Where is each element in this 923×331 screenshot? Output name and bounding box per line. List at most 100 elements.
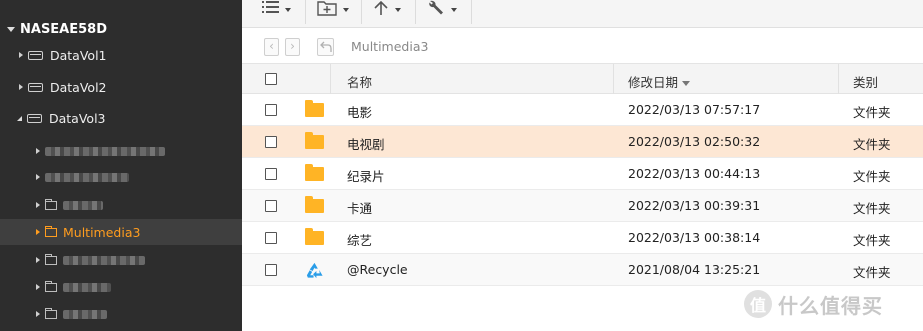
table-row[interactable]: @Recycle 2021/08/04 13:25:21 文件夹: [242, 254, 923, 286]
chevron-down-icon: [451, 8, 457, 12]
file-type: 文件夹: [853, 265, 891, 280]
wrench-icon: [429, 0, 443, 15]
tree-item-folder-blurred[interactable]: [0, 274, 242, 300]
file-name[interactable]: 电影: [347, 102, 372, 121]
back-button[interactable]: ‹: [264, 38, 279, 56]
collapse-arrow-icon[interactable]: [36, 174, 40, 180]
file-modified: 2022/03/13 07:57:17: [628, 102, 761, 117]
chevron-down-icon: [285, 8, 291, 12]
collapse-arrow-icon[interactable]: [19, 84, 23, 90]
tree-item-folder-blurred[interactable]: [0, 247, 242, 273]
toolbar-divider: [361, 0, 362, 24]
tools-button[interactable]: [428, 0, 457, 22]
disk-icon: [28, 82, 43, 92]
blurred-folder-label: [63, 282, 111, 292]
row-checkbox[interactable]: [265, 200, 277, 212]
file-modified: 2022/03/13 02:50:32: [628, 134, 761, 149]
expand-arrow-icon[interactable]: [17, 115, 22, 121]
collapse-arrow-icon[interactable]: [36, 311, 40, 317]
folder-icon: [45, 225, 57, 237]
folder-icon: [305, 164, 324, 181]
recycle-icon: [306, 262, 323, 279]
folder-icon: [45, 198, 57, 210]
select-all-checkbox[interactable]: [265, 73, 277, 85]
file-name[interactable]: 卡通: [347, 198, 372, 217]
forward-button[interactable]: ›: [285, 38, 300, 56]
file-type: 文件夹: [853, 233, 891, 248]
column-header-type[interactable]: 类别: [853, 72, 878, 91]
tree-item-label: DataVol3: [49, 110, 106, 126]
folder-icon: [305, 100, 324, 117]
view-mode-button[interactable]: [262, 0, 291, 22]
tree-item-folder-blurred[interactable]: [0, 138, 242, 164]
tree-item-label: Multimedia3: [63, 224, 141, 240]
sidebar-tree: NASEAE58D DataVol1 DataVol2 DataVol3 Mul…: [0, 0, 242, 331]
table-row[interactable]: 综艺 2022/03/13 00:38:14 文件夹: [242, 222, 923, 254]
file-type: 文件夹: [853, 201, 891, 216]
folder-icon: [45, 280, 57, 292]
tree-item-label: DataVol2: [50, 79, 107, 95]
file-type: 文件夹: [853, 137, 891, 152]
folder-icon: [45, 253, 57, 265]
tree-item-folder-blurred[interactable]: [0, 192, 242, 218]
tree-root-nas[interactable]: NASEAE58D: [0, 16, 242, 42]
file-name[interactable]: @Recycle: [347, 262, 408, 277]
parent-folder-button[interactable]: [317, 38, 334, 56]
disk-icon: [28, 50, 43, 60]
folder-icon: [305, 228, 324, 245]
blurred-folder-label: [63, 309, 107, 319]
table-row[interactable]: 卡通 2022/03/13 00:39:31 文件夹: [242, 190, 923, 222]
table-row[interactable]: 电视剧 2022/03/13 02:50:32 文件夹: [242, 126, 923, 158]
folder-icon: [305, 132, 324, 149]
blurred-folder-label: [63, 200, 103, 210]
expand-arrow-icon[interactable]: [7, 26, 15, 32]
row-checkbox[interactable]: [265, 264, 277, 276]
row-checkbox[interactable]: [265, 232, 277, 244]
row-checkbox[interactable]: [265, 136, 277, 148]
collapse-arrow-icon[interactable]: [36, 257, 40, 263]
arrow-up-icon: [374, 0, 388, 15]
table-row[interactable]: 电影 2022/03/13 07:57:17 文件夹: [242, 94, 923, 126]
row-checkbox[interactable]: [265, 168, 277, 180]
table-row[interactable]: 纪录片 2022/03/13 00:44:13 文件夹: [242, 158, 923, 190]
column-header-modified[interactable]: 修改日期: [628, 72, 691, 91]
tree-item-folder-blurred[interactable]: [0, 164, 242, 190]
column-divider[interactable]: [838, 64, 839, 94]
collapse-arrow-icon[interactable]: [36, 202, 40, 208]
folder-icon: [45, 307, 57, 319]
column-divider: [330, 64, 331, 94]
file-modified: 2022/03/13 00:44:13: [628, 166, 761, 181]
tree-item-folder-blurred[interactable]: [0, 301, 242, 327]
sort-desc-icon: [682, 81, 691, 86]
tree-root-label: NASEAE58D: [20, 21, 108, 37]
tree-item-label: DataVol1: [50, 47, 107, 63]
watermark: 值 什么值得买: [744, 289, 909, 319]
file-modified: 2022/03/13 00:38:14: [628, 230, 761, 245]
tree-item-multimedia3[interactable]: Multimedia3: [0, 219, 242, 245]
tree-item-datavol1[interactable]: DataVol1: [0, 42, 242, 68]
file-modified: 2022/03/13 00:39:31: [628, 198, 761, 213]
file-name[interactable]: 纪录片: [347, 166, 385, 185]
new-folder-icon: [317, 1, 337, 16]
collapse-arrow-icon[interactable]: [36, 148, 40, 154]
collapse-arrow-icon[interactable]: [36, 229, 40, 235]
table-header: 名称 修改日期 类别: [242, 64, 923, 94]
new-folder-button[interactable]: [317, 0, 349, 22]
upload-button[interactable]: [373, 0, 401, 22]
tree-item-datavol2[interactable]: DataVol2: [0, 74, 242, 100]
collapse-arrow-icon[interactable]: [19, 52, 23, 58]
blurred-folder-label: [45, 172, 129, 182]
file-name[interactable]: 综艺: [347, 230, 372, 249]
row-checkbox[interactable]: [265, 104, 277, 116]
toolbar-divider: [471, 0, 472, 24]
tree-item-datavol3[interactable]: DataVol3: [0, 105, 242, 131]
toolbar-divider: [415, 0, 416, 24]
file-name[interactable]: 电视剧: [347, 134, 385, 153]
file-modified: 2021/08/04 13:25:21: [628, 262, 761, 277]
collapse-arrow-icon[interactable]: [36, 284, 40, 290]
column-divider[interactable]: [613, 64, 614, 94]
watermark-logo: 值: [744, 290, 772, 318]
chevron-down-icon: [343, 8, 349, 12]
column-header-name[interactable]: 名称: [347, 72, 372, 91]
path-bar: ‹ › Multimedia3: [242, 28, 923, 64]
